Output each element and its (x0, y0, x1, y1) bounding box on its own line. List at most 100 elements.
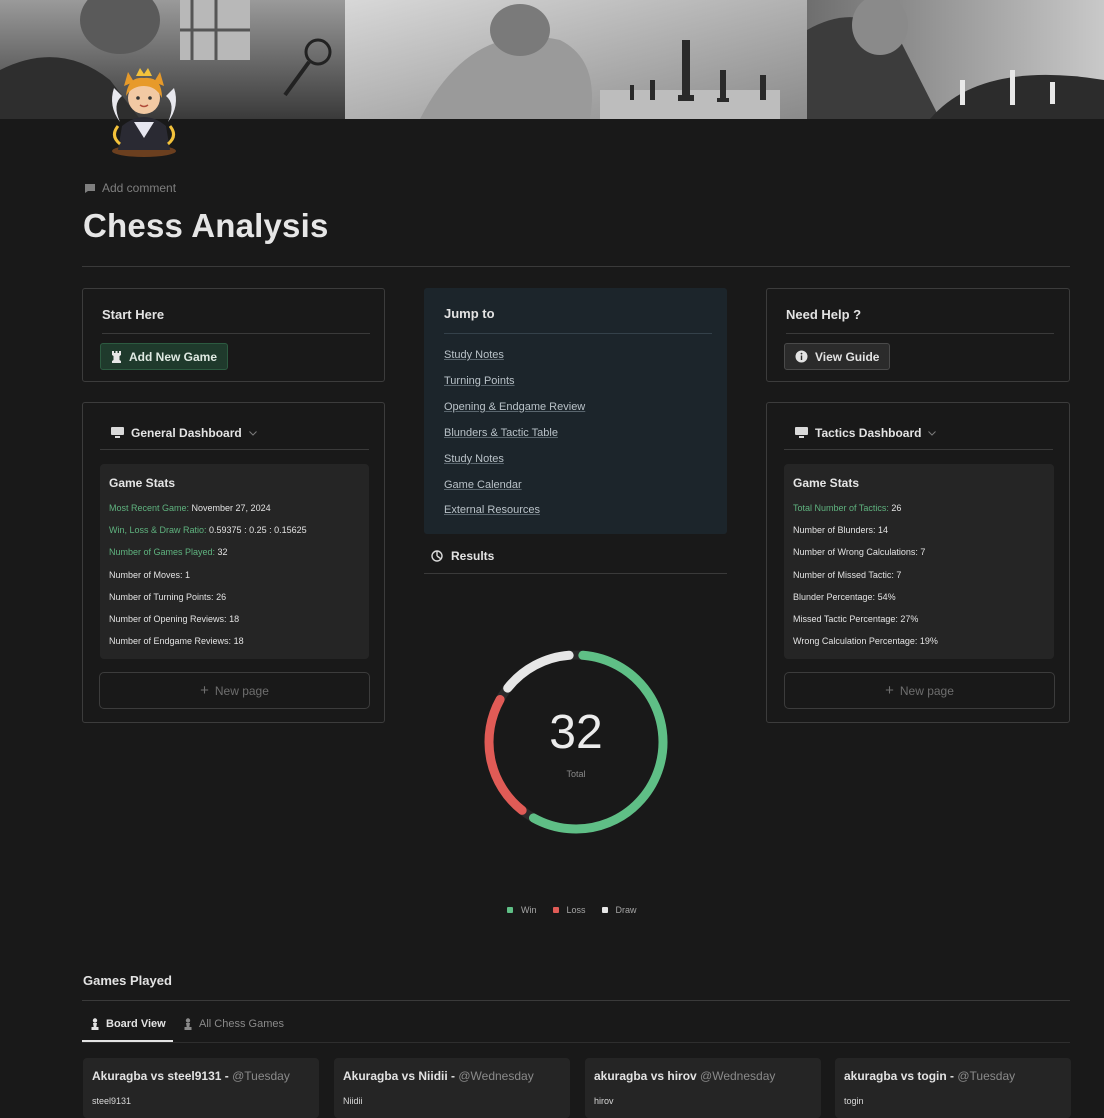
view-guide-button[interactable]: View Guide (784, 343, 891, 370)
plus-icon: + (885, 682, 894, 699)
results-donut-chart: 32 Total (476, 643, 676, 843)
stat-value: 14 (878, 525, 889, 536)
tactics-new-page-button[interactable]: + New page (784, 672, 1055, 709)
stat-label: Number of Turning Points: (109, 591, 217, 602)
jump-link-blunders-tactic-table[interactable]: Blunders & Tactic Table (444, 427, 558, 439)
stat-label: Missed Tactic Percentage: (793, 614, 901, 624)
game-card-date: @Tuesday (957, 1069, 1016, 1083)
legend-item-loss[interactable]: Loss (552, 905, 586, 915)
tab-board-view[interactable]: Board View (90, 1018, 166, 1030)
game-card-title: akuragba vs hirov @Wednesday (594, 1069, 775, 1083)
results-header: Results (431, 549, 494, 563)
stat-label: Blunder Percentage: (793, 591, 878, 602)
donut-slice-draw[interactable] (503, 650, 574, 693)
game-card[interactable]: Akuragba vs Niidii - @Wednesday Niidii (334, 1058, 570, 1118)
card-divider (102, 333, 370, 334)
legend-label: Draw (615, 905, 637, 915)
chevron-down-icon (248, 430, 257, 436)
general-new-page-button[interactable]: + New page (99, 672, 370, 709)
game-card-opponent: togin (844, 1096, 864, 1106)
stat-label: Number of Opening Reviews: (109, 614, 230, 624)
jump-link-study-notes[interactable]: Study Notes (444, 349, 504, 361)
game-card-matchup: akuragba vs hirov (594, 1069, 701, 1083)
jump-link-opening-endgame-review[interactable]: Opening & Endgame Review (444, 401, 585, 413)
info-icon (795, 350, 808, 363)
general-stat-row: Win, Loss & Draw Ratio: 0.59375 : 0.25 :… (109, 525, 307, 535)
legend-swatch (507, 907, 513, 913)
title-divider (82, 266, 1070, 267)
game-card-date: @Wednesday (458, 1069, 534, 1083)
stat-label: Win, Loss & Draw Ratio: (109, 525, 210, 536)
stat-value: 26 (216, 591, 227, 602)
need-help-heading: Need Help ? (786, 307, 862, 322)
monitor-icon (795, 427, 808, 438)
add-new-game-button[interactable]: Add New Game (100, 343, 229, 370)
stat-label: Number of Missed Tactic: (793, 569, 897, 580)
results-divider (424, 573, 727, 574)
tab-all-chess-games[interactable]: All Chess Games (183, 1018, 284, 1030)
game-card-title: Akuragba vs steel9131 - @Tuesday (92, 1069, 290, 1083)
legend-item-win[interactable]: Win (507, 905, 537, 915)
game-card-date: @Tuesday (232, 1069, 290, 1083)
tactics-stat-row: Number of Blunders: 14 (793, 525, 888, 535)
general-dashboard-heading: General Dashboard (131, 426, 242, 440)
general-game-stats-box: Game Stats Most Recent Game: November 27… (100, 464, 369, 659)
game-card[interactable]: akuragba vs hirov @Wednesday hirov (585, 1058, 821, 1118)
stat-value: 18 (233, 636, 244, 647)
game-card[interactable]: akuragba vs togin - @Tuesday togin (835, 1058, 1071, 1118)
legend-swatch (552, 907, 559, 913)
legend-item-draw[interactable]: Draw (601, 905, 637, 915)
game-card-opponent: hirov (594, 1096, 614, 1106)
stat-label: Number of Games Played: (109, 547, 218, 558)
legend-label: Loss (566, 905, 586, 915)
chevron-down-icon (928, 430, 937, 436)
plus-icon: + (200, 682, 209, 699)
start-here-heading: Start Here (102, 307, 165, 322)
stat-value: 7 (896, 569, 902, 580)
jump-link-external-resources[interactable]: External Resources (444, 504, 540, 516)
tabs-divider (82, 1042, 1070, 1043)
stat-value: 1 (185, 569, 191, 580)
stat-value: 0.59375 : 0.25 : 0.15625 (209, 525, 307, 536)
games-played-divider (82, 1000, 1070, 1001)
jump-link-turning-points[interactable]: Turning Points (444, 375, 515, 387)
tactics-dashboard-heading: Tactics Dashboard (815, 426, 922, 440)
game-card[interactable]: Akuragba vs steel9131 - @Tuesday steel913… (83, 1058, 319, 1118)
card-divider (786, 333, 1054, 334)
add-comment-button[interactable]: Add comment (84, 181, 176, 195)
tactics-stat-row: Blunder Percentage: 54% (793, 592, 896, 602)
game-card-matchup: Akuragba vs steel9131 - (92, 1069, 233, 1083)
general-stat-row: Number of Endgame Reviews: 18 (109, 636, 244, 646)
chart-legend: Win Loss Draw (507, 900, 653, 918)
tactics-dashboard-toggle[interactable]: Tactics Dashboard (795, 426, 937, 440)
stat-label: Total Number of Tactics: (793, 503, 892, 513)
games-played-heading: Games Played (83, 973, 172, 988)
tactics-stats-title: Game Stats (793, 476, 860, 490)
legend-swatch (601, 907, 608, 913)
stat-label: Most Recent Game: (109, 503, 192, 513)
general-stat-row: Number of Turning Points: 26 (109, 592, 226, 602)
game-card-title: Akuragba vs Niidii - @Wednesday (343, 1069, 534, 1083)
tactics-dashboard-card: Tactics Dashboard Game Stats Total Numbe… (766, 402, 1070, 723)
rook-icon (112, 350, 121, 363)
game-card-matchup: akuragba vs togin - (844, 1069, 958, 1083)
need-help-card: Need Help ? View Guide (766, 288, 1070, 382)
new-page-label: New page (214, 683, 269, 698)
add-comment-label: Add comment (102, 181, 177, 195)
stat-value: 18 (229, 614, 240, 624)
tactics-stat-row: Total Number of Tactics: 26 (793, 503, 901, 513)
pawn-icon (91, 1018, 99, 1030)
general-dashboard-toggle[interactable]: General Dashboard (111, 426, 257, 440)
jump-link-study-notes[interactable]: Study Notes (444, 453, 504, 465)
tactics-game-stats-box: Game Stats Total Number of Tactics: 26 Nu… (784, 464, 1054, 659)
pie-chart-icon (431, 550, 443, 562)
stat-value: 32 (217, 547, 228, 558)
general-stat-row: Number of Opening Reviews: 18 (109, 614, 239, 624)
page-icon-avatar[interactable] (104, 66, 184, 158)
jump-link-game-calendar[interactable]: Game Calendar (444, 479, 522, 491)
general-stat-row: Most Recent Game: November 27, 2024 (109, 503, 271, 513)
jump-to-heading: Jump to (444, 306, 495, 321)
stat-label: Number of Wrong Calculations: (793, 547, 921, 558)
start-here-card: Start Here Add New Game (82, 288, 385, 382)
stat-label: Number of Blunders: (793, 525, 879, 536)
